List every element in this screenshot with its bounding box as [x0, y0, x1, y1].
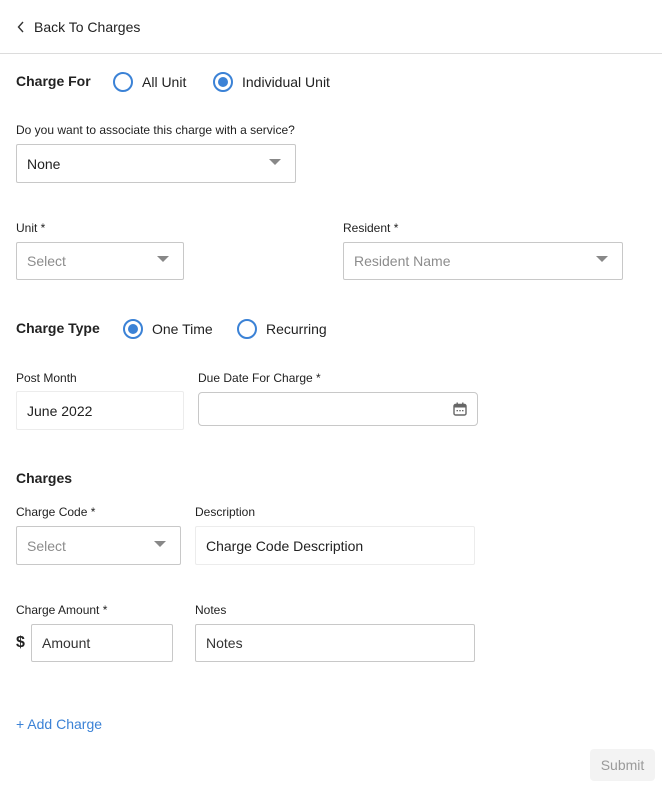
- back-bar: Back To Charges: [0, 0, 662, 54]
- unit-select[interactable]: Select: [16, 242, 184, 280]
- chevron-down-icon: [596, 256, 608, 262]
- charge-type-label: Charge Type: [16, 320, 100, 336]
- resident-label: Resident *: [343, 221, 399, 235]
- radio-circle-unselected: [113, 72, 133, 92]
- radio-one-time[interactable]: One Time: [123, 319, 213, 339]
- calendar-icon[interactable]: [453, 402, 467, 416]
- description-field: Charge Code Description: [195, 526, 475, 565]
- post-month-field: June 2022: [16, 391, 184, 430]
- radio-one-time-label: One Time: [152, 321, 213, 337]
- radio-all-unit-label: All Unit: [142, 74, 187, 90]
- back-to-charges-link[interactable]: Back To Charges: [14, 17, 140, 37]
- service-question-label: Do you want to associate this charge wit…: [16, 123, 295, 137]
- unit-label: Unit *: [16, 221, 46, 235]
- chevron-down-icon: [269, 158, 281, 165]
- charges-section-title: Charges: [16, 470, 73, 486]
- radio-individual-unit[interactable]: Individual Unit: [213, 72, 330, 92]
- chevron-down-icon: [157, 256, 169, 262]
- radio-recurring[interactable]: Recurring: [237, 319, 327, 339]
- description-label: Description: [195, 505, 256, 519]
- back-to-charges-label: Back To Charges: [34, 19, 141, 35]
- charge-code-label: Charge Code *: [16, 505, 96, 519]
- notes-input[interactable]: [195, 624, 475, 662]
- radio-recurring-label: Recurring: [266, 321, 327, 337]
- post-month-value: June 2022: [27, 402, 93, 419]
- radio-circle-selected: [213, 72, 233, 92]
- radio-circle-unselected: [237, 319, 257, 339]
- service-select-value: None: [27, 155, 61, 172]
- charge-amount-label: Charge Amount *: [16, 603, 108, 617]
- due-date-input[interactable]: [198, 392, 478, 426]
- add-charge-link[interactable]: + Add Charge: [16, 716, 102, 732]
- due-date-label: Due Date For Charge *: [198, 371, 321, 385]
- radio-individual-unit-label: Individual Unit: [242, 74, 330, 90]
- submit-button[interactable]: Submit: [590, 749, 655, 781]
- resident-select[interactable]: Resident Name: [343, 242, 623, 280]
- unit-select-placeholder: Select: [27, 253, 66, 269]
- currency-symbol: $: [16, 634, 25, 651]
- chevron-left-icon: [14, 17, 28, 37]
- description-value: Charge Code Description: [206, 537, 364, 554]
- post-month-label: Post Month: [16, 371, 77, 385]
- charge-code-select[interactable]: Select: [16, 526, 181, 565]
- notes-label: Notes: [195, 603, 227, 617]
- chevron-down-icon: [154, 540, 166, 547]
- radio-circle-selected: [123, 319, 143, 339]
- resident-select-placeholder: Resident Name: [354, 253, 451, 269]
- charge-amount-input[interactable]: [31, 624, 173, 662]
- service-select[interactable]: None: [16, 144, 296, 183]
- charge-code-placeholder: Select: [27, 537, 66, 554]
- radio-all-unit[interactable]: All Unit: [113, 72, 186, 92]
- charge-for-label: Charge For: [16, 73, 91, 89]
